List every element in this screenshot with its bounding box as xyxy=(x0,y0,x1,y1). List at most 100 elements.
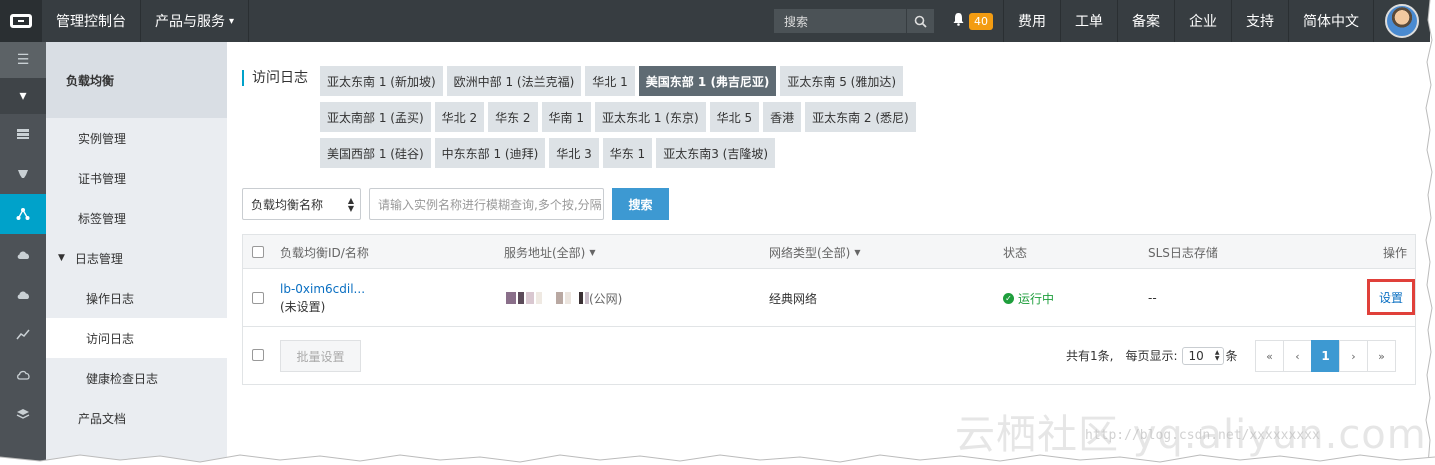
page-size-select[interactable]: 10 ▲ ▼ xyxy=(1181,346,1224,365)
nav-enterprise[interactable]: 企业 xyxy=(1175,0,1232,42)
select-arrows-icon: ▲ ▼ xyxy=(1214,348,1220,362)
search-icon[interactable] xyxy=(906,9,934,33)
sidebar-item-certificates[interactable]: 证书管理 xyxy=(46,158,227,198)
sidebar-item-label: 日志管理 xyxy=(74,251,123,266)
per-page-unit: 条 xyxy=(1225,349,1238,363)
bell-icon xyxy=(952,12,965,30)
instance-id-link[interactable]: lb-0xim6cdil... xyxy=(280,282,365,296)
page-size-value: 10 xyxy=(1188,348,1204,363)
redacted-ip xyxy=(556,292,563,304)
region-button[interactable]: 华南 1 xyxy=(541,102,591,132)
nav-language[interactable]: 简体中文 xyxy=(1289,0,1374,42)
sidebar-item-docs[interactable]: 产品文档 xyxy=(46,398,227,438)
caret-down-icon: ▼ xyxy=(589,247,596,257)
nav-billing[interactable]: 费用 xyxy=(1004,0,1061,42)
region-button[interactable]: 华北 5 xyxy=(709,102,760,132)
sidebar-item-logs[interactable]: ▼ 日志管理 xyxy=(46,238,227,278)
header-label: 状态 xyxy=(1003,245,1028,260)
first-page-button[interactable]: « xyxy=(1255,340,1284,372)
table-header: 负载均衡ID/名称 服务地址(全部) ▼ 网络类型(全部) ▼ 状态 SLS日志存储… xyxy=(243,235,1415,269)
col-network-filter[interactable]: 网络类型(全部) ▼ xyxy=(769,235,861,269)
console-link[interactable]: 管理控制台 xyxy=(42,0,141,42)
col-address-filter[interactable]: 服务地址(全部) ▼ xyxy=(504,235,596,269)
region-button[interactable]: 亚太东北 1 (东京) xyxy=(595,102,706,132)
status-badge: ✓ 运行中 xyxy=(1003,290,1054,307)
global-search[interactable]: 搜索 xyxy=(774,9,934,33)
redacted-ip xyxy=(579,292,583,304)
chip-icon[interactable] xyxy=(0,154,46,194)
current-page-button[interactable]: 1 xyxy=(1311,340,1340,372)
col-op: 操作 xyxy=(1383,235,1407,269)
chart-icon[interactable] xyxy=(0,314,46,354)
region-button[interactable]: 中东东部 1 (迪拜) xyxy=(434,138,546,168)
region-button[interactable]: 亚太东南 2 (悉尼) xyxy=(805,102,916,132)
table-row: lb-0xim6cdil... (未设置) (公网) 经典网络 ✓ 运行中 -- … xyxy=(243,269,1415,327)
torn-edge-bottom xyxy=(0,454,1435,465)
region-button-selected[interactable]: 美国东部 1 (弗吉尼亚) xyxy=(638,66,777,96)
batch-settings-button[interactable]: 批量设置 xyxy=(280,340,361,372)
last-page-button[interactable]: » xyxy=(1367,340,1396,372)
sidebar-item-operation-logs[interactable]: 操作日志 xyxy=(46,278,227,318)
row-checkbox[interactable] xyxy=(252,269,264,327)
sidebar-item-instances[interactable]: 实例管理 xyxy=(46,118,227,158)
region-button[interactable]: 华东 1 xyxy=(602,138,653,168)
caret-down-icon: ▾ xyxy=(229,15,235,27)
sls-cell: -- xyxy=(1148,269,1157,327)
search-button[interactable]: 搜索 xyxy=(612,188,669,220)
region-row: 美国西部 1 (硅谷) 中东东部 1 (迪拜) 华北 3 华东 1 亚太东南3 … xyxy=(320,138,776,168)
region-button[interactable]: 华北 2 xyxy=(434,102,485,132)
region-button[interactable]: 华北 1 xyxy=(585,66,635,96)
sidebar-item-access-logs[interactable]: 访问日志 xyxy=(46,318,227,358)
icon-rail: ☰ ▾ xyxy=(0,42,46,465)
region-button[interactable]: 亚太东南 1 (新加坡) xyxy=(320,66,443,96)
region-button[interactable]: 香港 xyxy=(763,102,802,132)
top-navigation-bar: 管理控制台 产品与服务 ▾ 搜索 40 费用 工单 备案 企业 支持 简体中文 xyxy=(0,0,1430,42)
region-button[interactable]: 美国西部 1 (硅谷) xyxy=(320,138,431,168)
nav-icp[interactable]: 备案 xyxy=(1118,0,1175,42)
server-icon[interactable] xyxy=(0,114,46,154)
search-input[interactable]: 搜索 xyxy=(774,13,906,30)
load-balancer-icon[interactable] xyxy=(0,194,46,234)
checkbox[interactable] xyxy=(252,349,264,361)
dropdown-icon[interactable]: ▾ xyxy=(0,78,46,114)
select-all-checkbox[interactable] xyxy=(252,235,264,269)
cloud-outline-icon[interactable] xyxy=(0,354,46,394)
region-button[interactable]: 华东 2 xyxy=(488,102,538,132)
checkbox[interactable] xyxy=(252,246,264,258)
pagination: « ‹ 1 › » xyxy=(1255,340,1396,372)
nav-support[interactable]: 支持 xyxy=(1232,0,1289,42)
products-menu[interactable]: 产品与服务 ▾ xyxy=(141,0,250,42)
status-cell: ✓ 运行中 xyxy=(1003,269,1054,327)
menu-icon[interactable]: ☰ xyxy=(0,42,46,78)
cloud-icon[interactable] xyxy=(0,274,46,314)
cloud-up-icon[interactable] xyxy=(0,234,46,274)
filter-bar: 负载均衡名称 ▲ ▼ 请输入实例名称进行模糊查询,多个按,分隔 搜索 xyxy=(242,188,669,220)
search-type-select[interactable]: 负载均衡名称 ▲ ▼ xyxy=(242,188,361,220)
notifications[interactable]: 40 xyxy=(944,0,1004,42)
nav-tickets[interactable]: 工单 xyxy=(1061,0,1118,42)
sidebar-item-label: 操作日志 xyxy=(86,291,135,306)
avatar xyxy=(1385,4,1419,38)
layers-icon[interactable] xyxy=(0,394,46,434)
user-menu[interactable] xyxy=(1374,0,1430,42)
footer-checkbox[interactable] xyxy=(252,349,264,361)
region-button[interactable]: 亚太东南 5 (雅加达) xyxy=(780,66,904,96)
product-sidebar: 负载均衡 实例管理 证书管理 标签管理 ▼ 日志管理 操作日志 访问日志 健康检查… xyxy=(46,42,227,465)
region-button[interactable]: 欧洲中部 1 (法兰克福) xyxy=(446,66,582,96)
sidebar-title: 负载均衡 xyxy=(46,42,227,118)
prev-page-button[interactable]: ‹ xyxy=(1283,340,1312,372)
region-button[interactable]: 亚太东南3 (吉隆坡) xyxy=(656,138,776,168)
region-button[interactable]: 亚太南部 1 (孟买) xyxy=(320,102,431,132)
checkbox[interactable] xyxy=(252,292,264,304)
aliyun-logo[interactable] xyxy=(0,0,42,42)
settings-button[interactable]: 设置 xyxy=(1367,279,1415,315)
next-page-button[interactable]: › xyxy=(1339,340,1368,372)
address-type: (公网) xyxy=(589,291,623,306)
header-label: SLS日志存储 xyxy=(1148,245,1218,260)
region-button[interactable]: 华北 3 xyxy=(549,138,599,168)
col-sls: SLS日志存储 xyxy=(1148,235,1218,269)
sidebar-item-health-check-logs[interactable]: 健康检查日志 xyxy=(46,358,227,398)
sidebar-item-tags[interactable]: 标签管理 xyxy=(46,198,227,238)
instance-search-input[interactable]: 请输入实例名称进行模糊查询,多个按,分隔 xyxy=(369,188,604,220)
caret-down-icon: ▼ xyxy=(854,247,861,257)
